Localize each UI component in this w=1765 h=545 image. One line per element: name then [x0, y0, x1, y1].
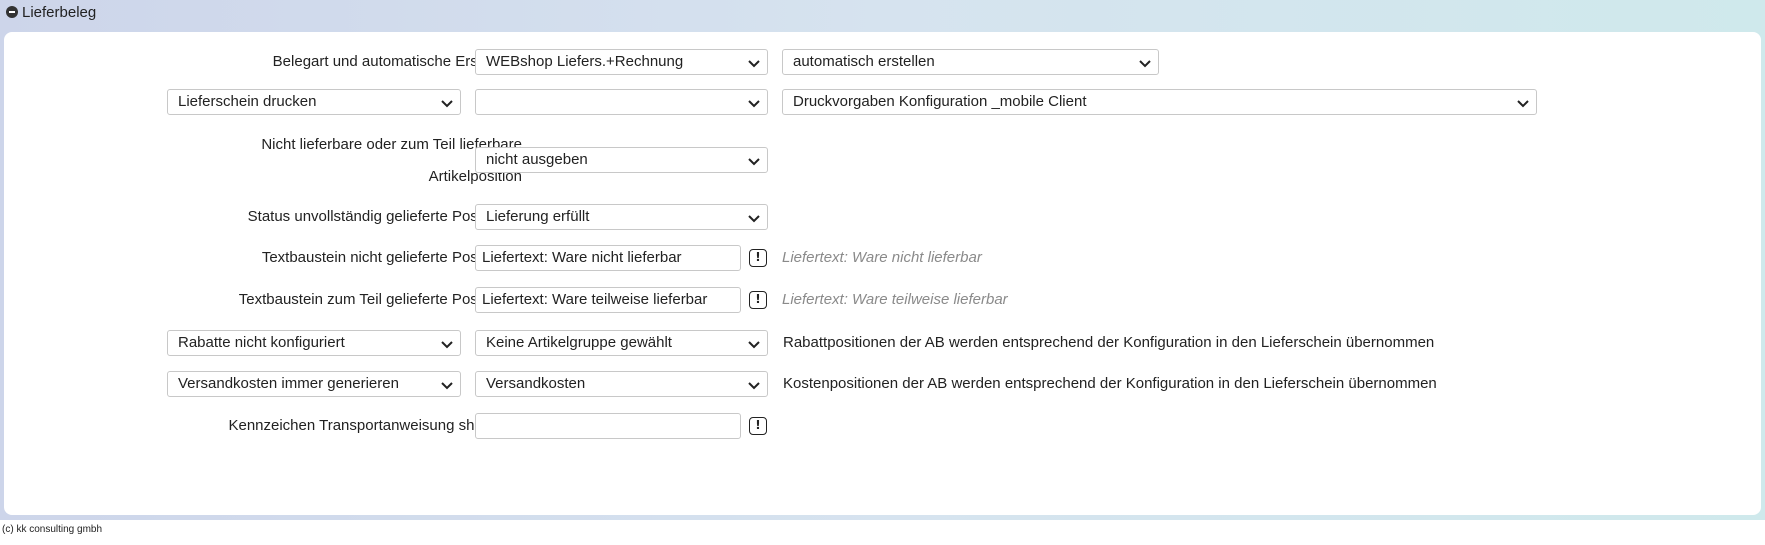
form-panel: Belegart und automatische Erstellung WEB…: [4, 32, 1761, 515]
chevron-down-icon: [748, 100, 760, 108]
nichtlieferbar-select-value: nicht ausgeben: [486, 151, 588, 168]
versandkosten-select-value: Versandkosten: [486, 375, 586, 392]
row-status: Status unvollständig gelieferte Position…: [4, 204, 1761, 230]
chevron-down-icon: [748, 60, 760, 68]
druck-select[interactable]: Lieferschein drucken: [167, 89, 461, 115]
versand-note: Kostenpositionen der AB werden entsprech…: [783, 375, 1437, 392]
chevron-down-icon: [748, 215, 760, 223]
chevron-down-icon: [1139, 60, 1151, 68]
artikelgruppe-select[interactable]: Keine Artikelgruppe gewählt: [475, 330, 768, 356]
row-druck: Lieferschein drucken Druckvorgaben Konfi…: [4, 89, 1761, 115]
textbaustein-teil-field[interactable]: Liefertext: Ware teilweise lieferbar: [475, 287, 741, 313]
chevron-down-icon: [1517, 100, 1529, 108]
erstellung-select[interactable]: automatisch erstellen: [782, 49, 1159, 75]
status-select-value: Lieferung erfüllt: [486, 208, 590, 225]
druckvorgaben-select-value: Druckvorgaben Konfiguration _mobile Clie…: [793, 93, 1087, 110]
chevron-down-icon: [748, 382, 760, 390]
row-textbaustein-nicht: Textbaustein nicht gelieferte Positionen…: [4, 245, 1761, 271]
exclamation-icon[interactable]: !: [749, 291, 767, 309]
chevron-down-icon: [748, 341, 760, 349]
exclamation-icon[interactable]: !: [749, 249, 767, 267]
textbaustein-nicht-field[interactable]: Liefertext: Ware nicht lieferbar: [475, 245, 741, 271]
row-rabatte: Rabatte nicht konfiguriert Keine Artikel…: [4, 330, 1761, 356]
chevron-down-icon: [441, 100, 453, 108]
textbaustein-nicht-hint: Liefertext: Ware nicht lieferbar: [782, 249, 982, 266]
versandkosten-mode-select[interactable]: Versandkosten immer generieren: [167, 371, 461, 397]
belegart-select[interactable]: WEBshop Liefers.+Rechnung: [475, 49, 768, 75]
row-textbaustein-teil: Textbaustein zum Teil gelieferte Positio…: [4, 287, 1761, 313]
artikelgruppe-select-value: Keine Artikelgruppe gewählt: [486, 334, 672, 351]
section-header[interactable]: Lieferbeleg: [6, 2, 96, 22]
rabatte-note: Rabattpositionen der AB werden entsprech…: [783, 334, 1435, 351]
versandkosten-select[interactable]: Versandkosten: [475, 371, 768, 397]
nichtlieferbar-select[interactable]: nicht ausgeben: [475, 147, 768, 173]
kennzeichen-field[interactable]: [475, 413, 741, 439]
section-title: Lieferbeleg: [22, 3, 97, 21]
belegart-select-value: WEBshop Liefers.+Rechnung: [486, 53, 684, 70]
chevron-down-icon: [441, 341, 453, 349]
rabatte-select-value: Rabatte nicht konfiguriert: [178, 334, 345, 351]
section-container: Lieferbeleg Belegart und automatische Er…: [0, 0, 1765, 520]
textbaustein-teil-hint: Liefertext: Ware teilweise lieferbar: [782, 291, 1008, 308]
druckvorgaben-select[interactable]: Druckvorgaben Konfiguration _mobile Clie…: [782, 89, 1537, 115]
row-nichtlieferbar: Nicht lieferbare oder zum Teil lieferbar…: [4, 129, 1761, 193]
chevron-down-icon: [441, 382, 453, 390]
drucker-select[interactable]: [475, 89, 768, 115]
row-belegart: Belegart und automatische Erstellung WEB…: [4, 49, 1761, 75]
exclamation-icon[interactable]: !: [749, 417, 767, 435]
row-kennzeichen: Kennzeichen Transportanweisung shipXpert…: [4, 413, 1761, 439]
collapse-icon[interactable]: [6, 6, 18, 18]
druck-select-value: Lieferschein drucken: [178, 93, 317, 110]
row-versand: Versandkosten immer generieren Versandko…: [4, 371, 1761, 397]
chevron-down-icon: [748, 158, 760, 166]
versandkosten-mode-select-value: Versandkosten immer generieren: [178, 375, 399, 392]
erstellung-select-value: automatisch erstellen: [793, 53, 935, 70]
footer-copyright: (c) kk consulting gmbh: [2, 524, 103, 535]
rabatte-select[interactable]: Rabatte nicht konfiguriert: [167, 330, 461, 356]
status-select[interactable]: Lieferung erfüllt: [475, 204, 768, 230]
